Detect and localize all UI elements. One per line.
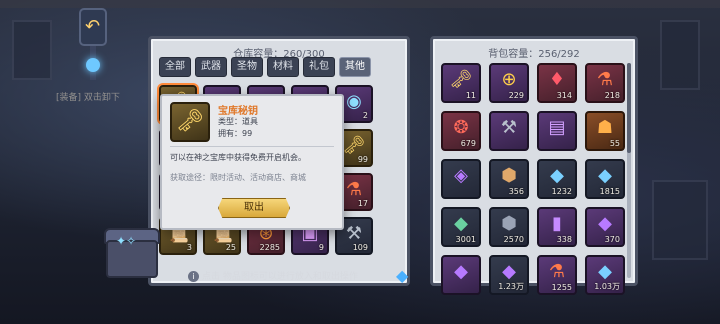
- item-count: 3: [186, 243, 192, 252]
- ruby-icon: ♦: [548, 69, 566, 90]
- key-icon: 🗝: [170, 102, 210, 142]
- item-count: 679: [460, 139, 476, 148]
- item-count: 218: [604, 91, 620, 100]
- tab-3[interactable]: 材料: [267, 57, 299, 77]
- backpack-capacity: 背包容量：256/292: [488, 49, 580, 60]
- item-slot[interactable]: ◆ 1815: [585, 159, 625, 199]
- stone-icon: ◆: [454, 213, 468, 234]
- divider: [170, 146, 334, 147]
- building-window: [652, 180, 708, 260]
- item-count: 1.23万: [498, 282, 524, 291]
- key-icon: 🗝: [449, 69, 473, 90]
- gem-icon: ◆: [598, 261, 612, 282]
- item-slot[interactable]: ◆ 3001: [441, 207, 481, 247]
- item-count: 370: [604, 235, 620, 244]
- crystal-icon: ◆: [502, 261, 516, 282]
- item-count: 2285: [259, 243, 280, 252]
- amulet-icon: ❂: [453, 117, 469, 138]
- building-window: [12, 20, 52, 80]
- item-type: 类型：道具: [218, 117, 258, 126]
- item-slot[interactable]: ⊕ 229: [489, 63, 529, 103]
- tab-1[interactable]: 武器: [195, 57, 227, 77]
- item-count: 11: [465, 91, 476, 100]
- item-slot[interactable]: ▤: [537, 111, 577, 151]
- backpack-scrollbar[interactable]: [627, 63, 631, 278]
- item-slot[interactable]: ◆ 1.23万: [489, 255, 529, 295]
- bell-icon: ☗: [596, 117, 614, 138]
- item-slot[interactable]: ⚗ 218: [585, 63, 625, 103]
- book-icon: ▤: [548, 117, 566, 138]
- item-slot[interactable]: 🗝 11: [441, 63, 481, 103]
- item-slot[interactable]: ♦ 314: [537, 63, 577, 103]
- hint-text: 点击 物品图标可以进行放入和取出操作: [202, 272, 358, 282]
- item-count: 338: [556, 235, 572, 244]
- bar-icon: ▮: [552, 213, 562, 234]
- item-count: 25: [225, 243, 236, 252]
- backpack-panel: 背包容量：256/292 🗝 11 ⊕ 229 ♦ 314 ⚗ 218 ❂ 679 ⚒ ▤ ☗ 55 ◈ ⬢ 3…: [430, 36, 638, 295]
- item-count: 1815: [599, 187, 620, 196]
- item-slot[interactable]: ⚒: [489, 111, 529, 151]
- nugget-icon: ⬢: [501, 165, 517, 186]
- item-count: 9: [318, 243, 324, 252]
- item-count: 2: [362, 111, 368, 120]
- item-slot[interactable]: ⬢ 356: [489, 159, 529, 199]
- item-count: 3001: [455, 235, 476, 244]
- treasure-chest-icon[interactable]: ✦✧: [104, 222, 160, 286]
- item-slot[interactable]: ⚗ 1255: [537, 255, 577, 295]
- item-slot[interactable]: ⬢ 2570: [489, 207, 529, 247]
- item-count: 1255: [551, 283, 572, 292]
- item-detail-popup: 🗝 宝库秘钥 类型：道具 拥有：99 可以在神之宝库中获得免费开启机会。 获取途…: [160, 94, 344, 230]
- item-slot[interactable]: ◆ 370: [585, 207, 625, 247]
- item-count: 1.03万: [594, 282, 620, 291]
- item-count: 55: [609, 139, 620, 148]
- back-arrow-icon[interactable]: ↶: [85, 16, 100, 37]
- scrollbar-thumb[interactable]: [627, 63, 631, 153]
- ore-icon: ⬢: [501, 213, 517, 234]
- tab-4[interactable]: 礼包: [303, 57, 335, 77]
- crystal-icon: ◆: [598, 213, 612, 234]
- tab-2[interactable]: 圣物: [231, 57, 263, 77]
- crystal-decoration-icon: ◆: [396, 266, 409, 285]
- gem-icon: ◆: [598, 165, 612, 186]
- gem-icon: ◆: [550, 165, 564, 186]
- item-count: 229: [508, 91, 524, 100]
- take-out-button[interactable]: 取出: [218, 198, 290, 218]
- item-owned: 拥有：99: [218, 129, 253, 138]
- side-notice: [装备] 双击卸下: [56, 93, 120, 103]
- potion-icon: ⚗: [596, 69, 614, 90]
- backpack-grid: 🗝 11 ⊕ 229 ♦ 314 ⚗ 218 ❂ 679 ⚒ ▤ ☗ 55 ◈ ⬢ 356 ◆ 1232 ◆ 1815 ◆…: [441, 63, 625, 295]
- item-count: 1232: [551, 187, 572, 196]
- building-window: [660, 20, 700, 90]
- info-icon: i: [188, 271, 199, 282]
- tab-5[interactable]: 其他: [339, 57, 371, 77]
- item-slot[interactable]: ☗ 55: [585, 111, 625, 151]
- crystal-icon: ◆: [454, 261, 468, 282]
- crystal-icon: ◈: [454, 165, 468, 186]
- item-count: 356: [508, 187, 524, 196]
- hammer-icon: ⚒: [500, 117, 518, 138]
- item-count: 17: [357, 199, 368, 208]
- item-count: 2570: [503, 235, 524, 244]
- potion-icon: ⚗: [548, 261, 566, 282]
- item-slot[interactable]: ❂ 679: [441, 111, 481, 151]
- operation-hint: i 点击 物品图标可以进行放入和取出操作: [188, 269, 358, 282]
- item-count: 109: [352, 243, 368, 252]
- coin-icon: ⊕: [501, 69, 517, 90]
- item-slot[interactable]: ◆ 1232: [537, 159, 577, 199]
- item-slot[interactable]: ▮ 338: [537, 207, 577, 247]
- item-name: 宝库秘钥: [218, 106, 258, 117]
- item-description: 可以在神之宝库中获得免费开启机会。: [170, 153, 306, 162]
- warehouse-tabs: 全部 武器 圣物 材料 礼包 其他: [159, 57, 371, 77]
- item-count: 99: [357, 155, 368, 164]
- item-slot[interactable]: ◆ 1.03万: [585, 255, 625, 295]
- item-slot[interactable]: ◈: [441, 159, 481, 199]
- item-slot[interactable]: ◆: [441, 255, 481, 295]
- tab-0[interactable]: 全部: [159, 57, 191, 77]
- street-lamp: ↶: [76, 0, 110, 80]
- item-source: 获取途径：限时活动、活动商店、商城: [170, 173, 306, 182]
- item-count: 314: [556, 91, 572, 100]
